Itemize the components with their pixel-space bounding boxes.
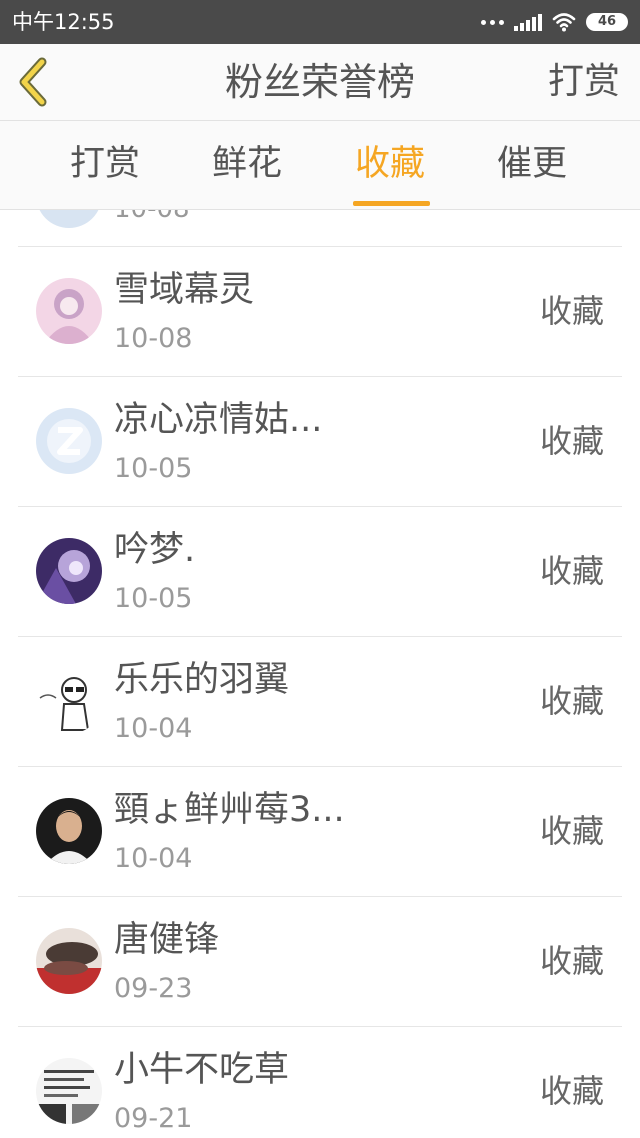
avatar <box>36 538 102 604</box>
list-item[interactable]: 凉心凉情姑... 10-05 收藏 <box>18 376 622 507</box>
list-item[interactable]: 唐健锋 09-23 收藏 <box>18 896 622 1027</box>
list-item-date: 09-23 <box>114 973 193 1004</box>
tab-bar: 打赏 鲜花 收藏 催更 <box>0 121 640 210</box>
status-icons: 46 <box>481 8 628 36</box>
list-item-date: 10-04 <box>114 713 193 744</box>
list-item-name: 唐健锋 <box>114 920 220 960</box>
list-item[interactable]: 10-08 <box>18 210 622 247</box>
avatar <box>36 210 102 228</box>
list-item-action: 收藏 <box>539 682 604 720</box>
avatar <box>36 928 102 994</box>
list-item-name: 小牛不吃草 <box>114 1050 290 1090</box>
wifi-icon <box>552 13 576 32</box>
list-item-action: 收藏 <box>539 812 604 850</box>
avatar <box>36 278 102 344</box>
dots-icon <box>481 19 504 25</box>
active-tab-indicator <box>353 201 430 206</box>
list-item-action: 收藏 <box>539 1072 604 1110</box>
list-item-date: 10-08 <box>114 323 193 354</box>
tab-urge-update[interactable]: 催更 <box>497 141 567 187</box>
list-item[interactable]: 小牛不吃草 09-21 收藏 <box>18 1026 622 1138</box>
list-item-date: 10-05 <box>114 453 193 484</box>
fan-list[interactable]: 10-08 雪域幕灵 10-08 收藏 凉心凉情姑... 10-05 收藏 <box>0 210 640 1138</box>
list-item-action: 收藏 <box>539 292 604 330</box>
list-item[interactable]: 吟梦. 10-05 收藏 <box>18 506 622 637</box>
avatar <box>36 668 102 734</box>
app-header: 粉丝荣誉榜 打赏 <box>0 44 640 121</box>
tab-favorites[interactable]: 收藏 <box>355 141 425 187</box>
list-item[interactable]: 雪域幕灵 10-08 收藏 <box>18 246 622 377</box>
list-item-action: 收藏 <box>539 942 604 980</box>
list-item-date: 10-05 <box>114 583 193 614</box>
list-item-date: 10-08 <box>114 210 190 224</box>
list-item[interactable]: 頸ょ鲜艸莓3... 10-04 收藏 <box>18 766 622 897</box>
avatar <box>36 408 102 474</box>
list-item[interactable]: 乐乐的羽翼 10-04 收藏 <box>18 636 622 767</box>
page-title: 粉丝荣誉榜 <box>224 60 415 104</box>
tab-flowers[interactable]: 鲜花 <box>212 141 282 187</box>
status-time: 中午12:55 <box>12 10 115 34</box>
battery-icon: 46 <box>586 13 628 31</box>
signal-icon <box>514 13 542 31</box>
list-item-action: 收藏 <box>539 552 604 590</box>
list-item-name: 雪域幕灵 <box>114 270 255 310</box>
avatar <box>36 1058 102 1124</box>
list-item-date: 10-04 <box>114 843 193 874</box>
list-item-date: 09-21 <box>114 1103 193 1134</box>
reward-button[interactable]: 打赏 <box>548 60 620 104</box>
list-item-name: 乐乐的羽翼 <box>114 660 290 700</box>
list-item-name: 吟梦. <box>114 530 196 570</box>
list-item-action: 收藏 <box>539 422 604 460</box>
tab-reward[interactable]: 打赏 <box>70 141 140 187</box>
status-bar: 中午12:55 46 <box>0 0 640 44</box>
list-item-name: 頸ょ鲜艸莓3... <box>114 790 345 830</box>
avatar <box>36 798 102 864</box>
list-item-name: 凉心凉情姑... <box>114 400 323 440</box>
